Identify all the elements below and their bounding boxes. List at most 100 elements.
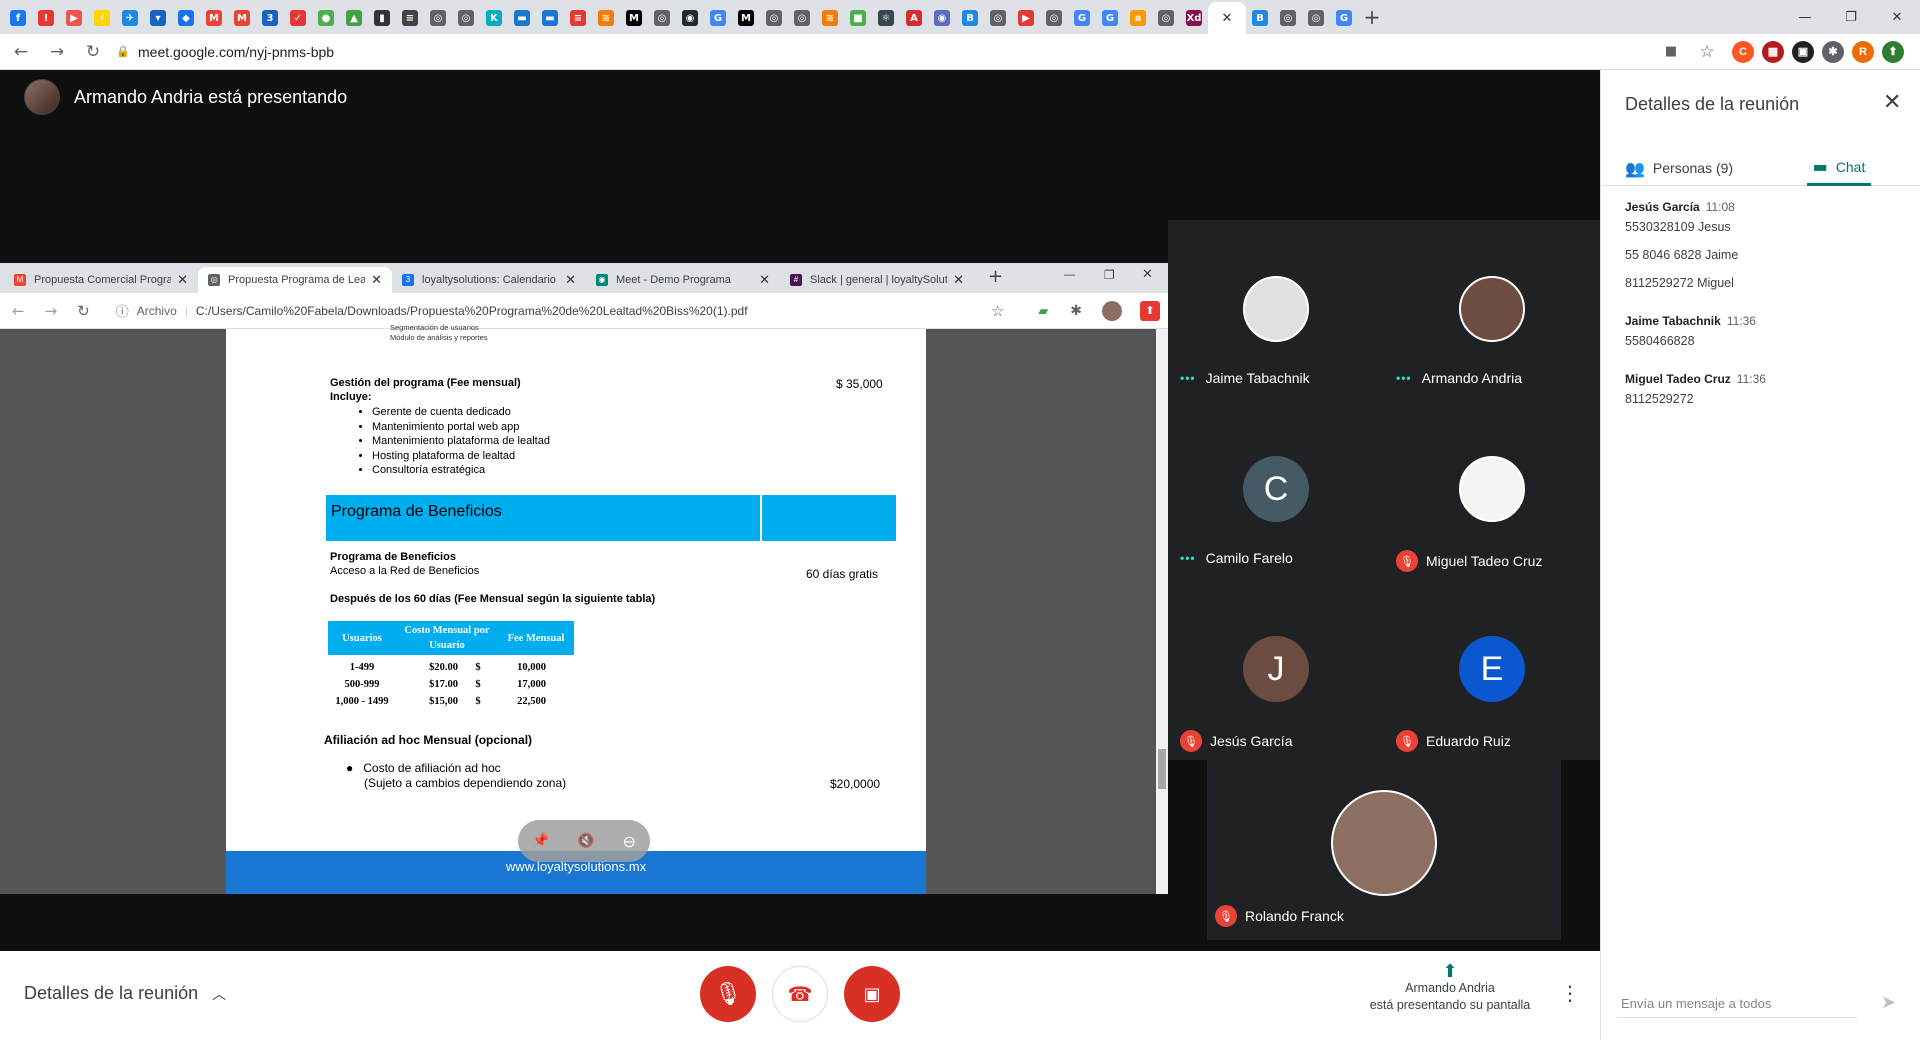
browser-tab[interactable]: M [732, 3, 760, 33]
browser-tab[interactable]: ■ [844, 3, 872, 33]
table-cell: $20.00 [429, 662, 458, 673]
camera-icon[interactable]: ■ [1656, 37, 1686, 67]
browser-tab[interactable]: ≡ [396, 3, 424, 33]
end-call-button[interactable]: ☎ [772, 966, 828, 1022]
browser-tab[interactable]: ! [32, 3, 60, 33]
browser-tab[interactable]: a [1124, 3, 1152, 33]
participant-tile[interactable]: C ••• Camilo Farelo [1168, 400, 1384, 580]
participant-tile[interactable]: ••• Armando Andria [1384, 220, 1600, 400]
th-fee: Fee Mensual [507, 632, 565, 644]
participant-tile[interactable]: J 🎙 Jesús García [1168, 580, 1384, 760]
browser-tab[interactable]: M [200, 3, 228, 33]
close-tab-icon[interactable]: ✕ [1222, 11, 1233, 26]
th-usuarios: Usuarios [342, 632, 382, 644]
browser-tab[interactable]: ◎ [1274, 3, 1302, 33]
participant-name-row: 🎙 Rolando Franck [1215, 905, 1344, 927]
browser-tab[interactable]: ≋ [816, 3, 844, 33]
browser-tab[interactable]: A [900, 3, 928, 33]
browser-tab[interactable]: G [1068, 3, 1096, 33]
close-icon[interactable]: ✕ [1883, 90, 1901, 115]
presenting-status[interactable]: ⬆ Armando Andria está presentando su pan… [1340, 963, 1560, 1014]
browser-tab[interactable]: ◎ [788, 3, 816, 33]
browser-tab[interactable]: B [956, 3, 984, 33]
active-browser-tab[interactable]: ✕ [1208, 2, 1246, 34]
participant-tile[interactable]: 🎙 Rolando Franck [1207, 760, 1561, 940]
remove-icon[interactable]: ⊖ [623, 832, 636, 851]
browser-tab[interactable]: ◎ [424, 3, 452, 33]
browser-tab[interactable]: ◎ [1152, 3, 1180, 33]
browser-tab[interactable]: ≡ [564, 3, 592, 33]
forward-icon[interactable]: → [42, 37, 72, 67]
browser-tab[interactable]: ≋ [592, 3, 620, 33]
browser-tab[interactable]: K [480, 3, 508, 33]
tab-chat[interactable]: ▬ Chat [1807, 150, 1871, 186]
mic-toggle-button[interactable]: 🎙 [700, 966, 756, 1022]
browser-tab[interactable]: ● [312, 3, 340, 33]
tab-favicon-icon: ◎ [1046, 10, 1062, 26]
back-icon[interactable]: ← [6, 37, 36, 67]
browser-tab[interactable]: G [1330, 3, 1358, 33]
camera-toggle-button[interactable]: ▣ [844, 966, 900, 1022]
browser-tab[interactable]: ◉ [676, 3, 704, 33]
restore-icon[interactable]: ❐ [1828, 0, 1874, 34]
browser-tab[interactable]: ▲ [340, 3, 368, 33]
participant-tile-last: 🎙 Rolando Franck [1207, 760, 1561, 940]
extension-icon[interactable]: ▣ [1792, 40, 1814, 63]
browser-tab[interactable]: ✓ [284, 3, 312, 33]
browser-tab[interactable]: ◎ [984, 3, 1012, 33]
browser-tab[interactable]: B [1246, 3, 1274, 33]
browser-tab[interactable]: G [1096, 3, 1124, 33]
shared-tab-title: Meet - Demo Programa [616, 274, 731, 286]
browser-tab[interactable]: 3 [256, 3, 284, 33]
more-options-icon[interactable]: ⋮ [1560, 981, 1580, 1005]
browser-tab[interactable]: ◎ [452, 3, 480, 33]
participant-tile[interactable]: 🎙 Miguel Tadeo Cruz [1384, 400, 1600, 580]
browser-tab[interactable]: ▾ [144, 3, 172, 33]
close-window-icon[interactable]: ✕ [1874, 0, 1920, 34]
browser-tab[interactable]: G [704, 3, 732, 33]
minimize-icon[interactable]: — [1782, 0, 1828, 34]
reload-icon[interactable]: ↻ [78, 37, 108, 67]
participant-tile[interactable]: ••• Jaime Tabachnik [1168, 220, 1384, 400]
chat-input[interactable]: Envía un mensaje a todos [1617, 990, 1857, 1018]
browser-tab[interactable]: f [4, 3, 32, 33]
browser-tab[interactable]: M [228, 3, 256, 33]
pdf-tile-toolbar[interactable]: 📌 🔇 ⊖ [518, 820, 650, 862]
pin-icon[interactable]: 📌 [532, 833, 549, 849]
browser-tab[interactable]: ▮ [368, 3, 396, 33]
tab-favicon-icon: ≋ [822, 10, 838, 26]
browser-tab[interactable]: ▶ [1012, 3, 1040, 33]
url-text[interactable]: meet.google.com/nyj-pnms-bpb [138, 44, 334, 60]
send-icon[interactable]: ➤ [1881, 992, 1896, 1013]
extension-icon[interactable]: ▦ [1762, 40, 1784, 63]
browser-tab[interactable]: M [620, 3, 648, 33]
tab-people[interactable]: 👥 Personas (9) [1625, 150, 1733, 186]
browser-tab[interactable]: ▬ [508, 3, 536, 33]
browser-tab[interactable]: ◉ [928, 3, 956, 33]
new-tab-icon[interactable]: + [1358, 5, 1386, 29]
browser-tab[interactable]: ✈ [116, 3, 144, 33]
mute-icon[interactable]: 🔇 [577, 833, 594, 849]
browser-tab[interactable]: ◎ [760, 3, 788, 33]
browser-tab[interactable]: ◎ [1302, 3, 1330, 33]
browser-tab[interactable]: ◎ [648, 3, 676, 33]
meeting-details-button[interactable]: Detalles de la reunión ︿ [24, 983, 226, 1004]
participant-tile[interactable]: E 🎙 Eduardo Ruiz [1384, 580, 1600, 760]
browser-tab[interactable]: Xd [1180, 3, 1208, 33]
browser-tab[interactable]: ⚡ [88, 3, 116, 33]
address-bar[interactable]: 🔒 meet.google.com/nyj-pnms-bpb [116, 38, 1650, 66]
extension-icon[interactable]: ⬆ [1882, 40, 1904, 63]
mic-off-icon: 🎙 [1180, 730, 1202, 752]
browser-tab[interactable]: ⚛ [872, 3, 900, 33]
browser-tab[interactable]: ◆ [172, 3, 200, 33]
browser-tab[interactable]: ▬ [536, 3, 564, 33]
extension-icon[interactable]: C [1732, 40, 1754, 63]
chat-time: 11:36 [1736, 372, 1766, 386]
extension-icon[interactable]: R [1852, 40, 1874, 63]
chat-messages: Jesús García 11:08 5530328109 Jesus 55 8046… [1625, 200, 1905, 430]
browser-tab[interactable]: ▶ [60, 3, 88, 33]
tab-favicon-icon: A [906, 10, 922, 26]
extension-icon[interactable]: ✱ [1822, 40, 1844, 63]
browser-tab[interactable]: ◎ [1040, 3, 1068, 33]
bookmark-star-icon[interactable]: ☆ [1692, 37, 1722, 67]
